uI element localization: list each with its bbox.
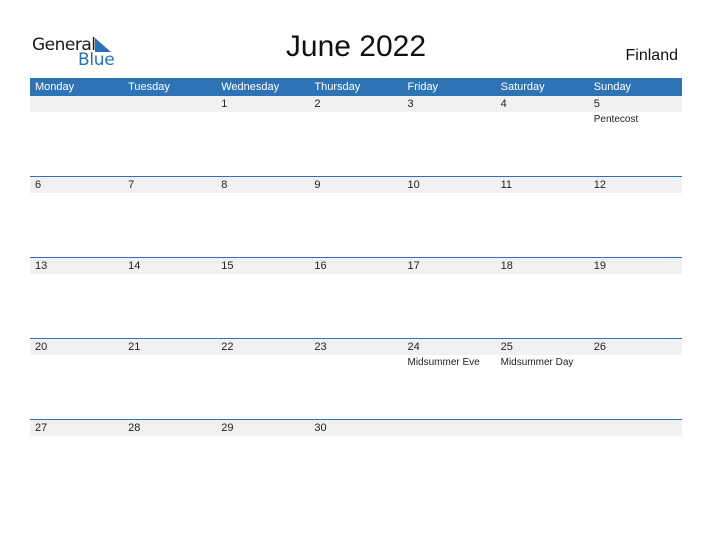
- day-number: 18: [500, 260, 513, 272]
- day-cell: 17: [403, 258, 496, 275]
- day-number: 23: [314, 341, 327, 353]
- day-cell: [496, 420, 589, 437]
- day-number: 26: [593, 341, 606, 353]
- weeks-container: 1 2 3 4 5 Pentecost 6 7 8 9 10 11 12 13 14 15 16 17 18 19 20…: [30, 96, 682, 501]
- weekday-header: Monday Tuesday Wednesday Thursday Friday…: [30, 78, 682, 96]
- weekday-tuesday: Tuesday: [128, 81, 170, 93]
- day-number: [128, 96, 216, 112]
- day-cell: 30: [309, 420, 402, 437]
- day-cell: 3: [403, 96, 496, 126]
- day-cell: 9: [309, 177, 402, 194]
- day-cell: 24 Midsummer Eve: [403, 339, 496, 369]
- holiday-label: Pentecost: [593, 114, 639, 125]
- day-number: 30: [314, 422, 327, 434]
- day-number: 20: [35, 341, 48, 353]
- weekday-friday: Friday: [407, 81, 439, 93]
- day-cell: 23: [309, 339, 402, 369]
- day-number: 14: [128, 260, 141, 272]
- day-number: 3: [407, 98, 414, 110]
- day-number: 6: [35, 179, 42, 191]
- week-cells: 13 14 15 16 17 18 19: [30, 258, 682, 275]
- day-number: 9: [314, 179, 321, 191]
- day-cell: 10: [403, 177, 496, 194]
- day-number: 16: [314, 260, 327, 272]
- day-cell: [30, 96, 123, 126]
- week-row: 1 2 3 4 5 Pentecost: [30, 96, 682, 177]
- week-cells: 6 7 8 9 10 11 12: [30, 177, 682, 194]
- day-cell: 19: [589, 258, 682, 275]
- day-number: 17: [407, 260, 420, 272]
- day-number: 24: [407, 341, 420, 353]
- day-cell: [123, 96, 216, 126]
- day-cell: 2: [309, 96, 402, 126]
- day-number: [408, 420, 496, 436]
- weekday-sunday: Sunday: [593, 81, 632, 93]
- day-number: 8: [221, 179, 228, 191]
- weekday-wednesday: Wednesday: [221, 81, 280, 93]
- holiday-label: Midsummer Eve: [407, 357, 480, 368]
- day-number: 1: [221, 98, 228, 110]
- week-row: 13 14 15 16 17 18 19: [30, 257, 682, 339]
- day-number: 11: [500, 179, 513, 191]
- day-number: [594, 420, 682, 436]
- day-cell: 4: [496, 96, 589, 126]
- day-cell: 12: [589, 177, 682, 194]
- day-cell: 16: [309, 258, 402, 275]
- day-cell: 7: [123, 177, 216, 194]
- day-cell: [403, 420, 496, 437]
- week-cells: 27 28 29 30: [30, 420, 682, 437]
- day-cell: 5 Pentecost: [589, 96, 682, 126]
- day-cell: 20: [30, 339, 123, 369]
- weekday-monday: Monday: [35, 81, 75, 93]
- day-number: 5: [593, 98, 600, 110]
- day-number: 27: [35, 422, 48, 434]
- day-number: 4: [500, 98, 507, 110]
- day-cell: 21: [123, 339, 216, 369]
- day-number: 22: [221, 341, 234, 353]
- day-number: 10: [407, 179, 420, 191]
- day-cell: 27: [30, 420, 123, 437]
- day-cell: 18: [496, 258, 589, 275]
- day-number: 12: [593, 179, 606, 191]
- day-number: 7: [128, 179, 135, 191]
- day-cell: 28: [123, 420, 216, 437]
- week-cells: 1 2 3 4 5 Pentecost: [30, 96, 682, 126]
- day-number: 25: [500, 341, 513, 353]
- week-row: 6 7 8 9 10 11 12: [30, 176, 682, 258]
- day-cell: 6: [30, 177, 123, 194]
- day-number: 15: [221, 260, 234, 272]
- week-row: 20 21 22 23 24 Midsummer Eve 25 Midsummer Day 26: [30, 338, 682, 420]
- day-number: 21: [128, 341, 141, 353]
- day-cell: 29: [216, 420, 309, 437]
- calendar-title: June 2022: [285, 30, 427, 63]
- week-row: 27 28 29 30: [30, 419, 682, 501]
- day-number: 2: [314, 98, 321, 110]
- day-number: 28: [128, 422, 141, 434]
- day-cell: 14: [123, 258, 216, 275]
- day-number: [501, 420, 589, 436]
- day-cell: 1: [216, 96, 309, 126]
- day-cell: [589, 420, 682, 437]
- day-cell: 22: [216, 339, 309, 369]
- day-cell: 8: [216, 177, 309, 194]
- day-cell: 26: [589, 339, 682, 369]
- day-number: 29: [221, 422, 234, 434]
- day-cell: 25 Midsummer Day: [496, 339, 589, 369]
- weekday-saturday: Saturday: [500, 81, 545, 93]
- day-cell: 15: [216, 258, 309, 275]
- country-label: Finland: [625, 47, 678, 64]
- weekday-thursday: Thursday: [314, 81, 361, 93]
- holiday-label: Midsummer Day: [500, 357, 574, 368]
- calendar-grid: Monday Tuesday Wednesday Thursday Friday…: [30, 78, 682, 501]
- day-number: [35, 96, 123, 112]
- day-cell: 11: [496, 177, 589, 194]
- week-cells: 20 21 22 23 24 Midsummer Eve 25 Midsummer Day 26: [30, 339, 682, 369]
- day-number: 19: [593, 260, 606, 272]
- day-cell: 13: [30, 258, 123, 275]
- day-number: 13: [35, 260, 48, 272]
